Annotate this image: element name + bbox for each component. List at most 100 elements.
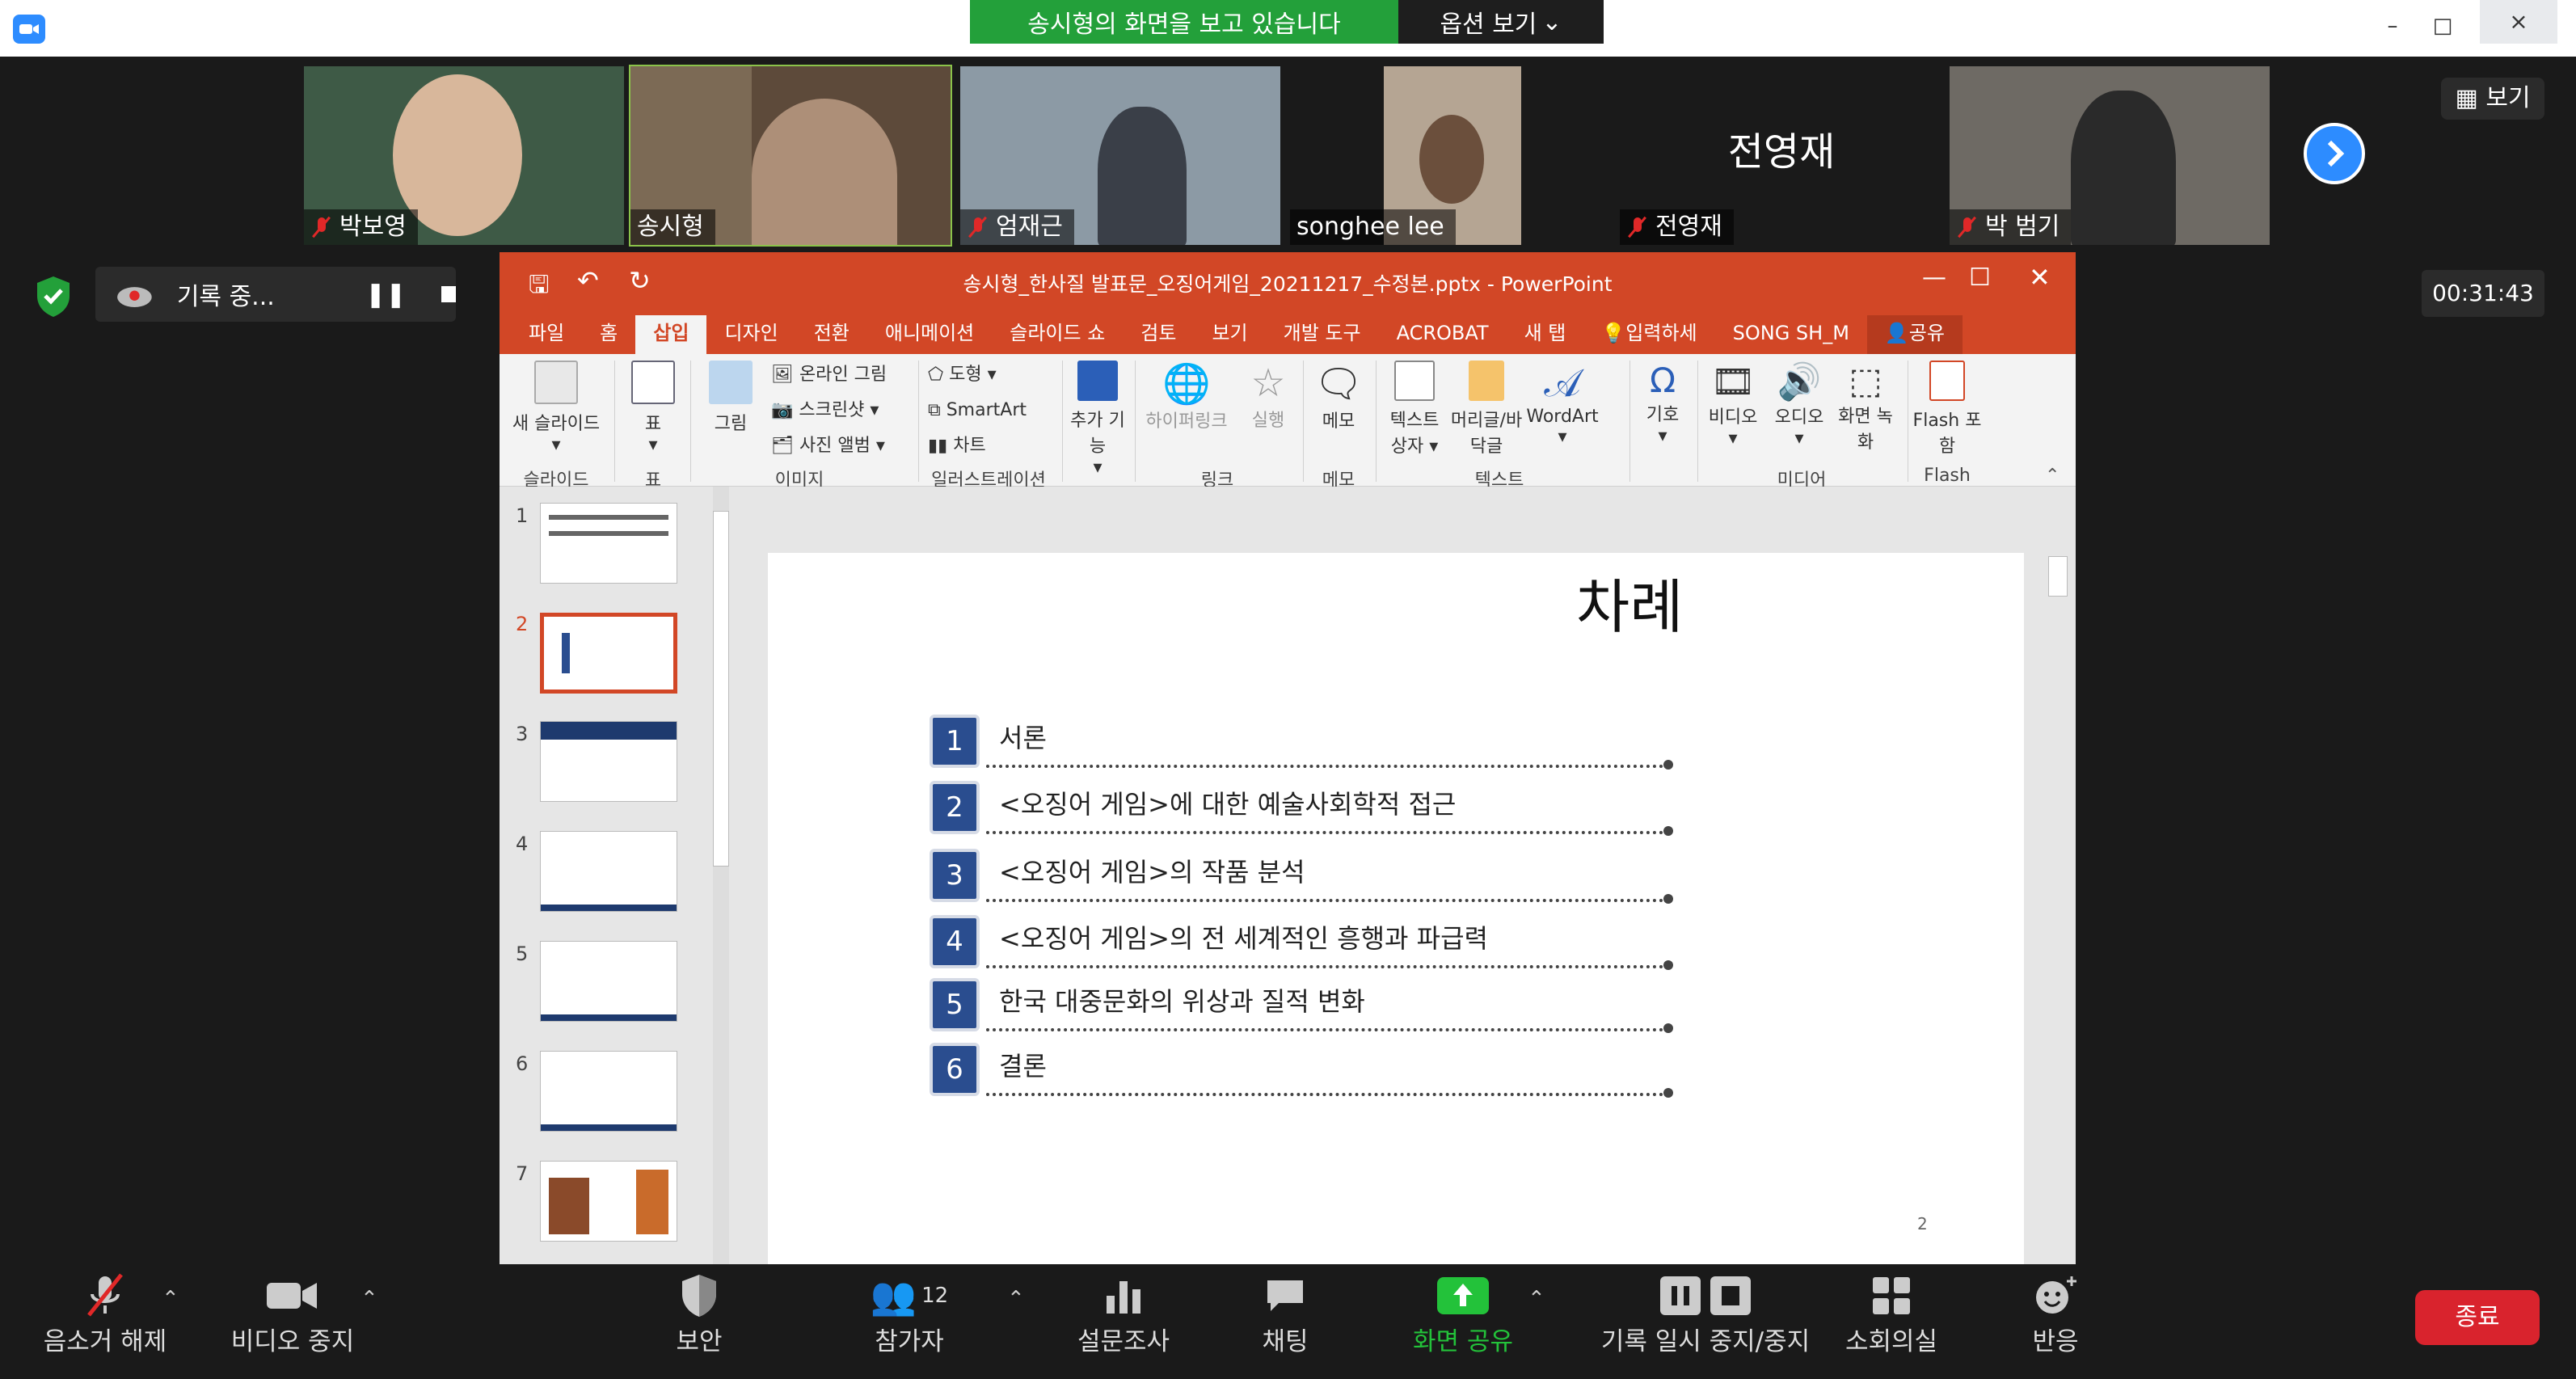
addins-button[interactable]: 추가 기능 ▾ [1067, 361, 1128, 478]
flash-icon [1929, 361, 1965, 401]
tab-insert[interactable]: 삽입 [635, 315, 707, 354]
video-button[interactable]: 🎞 비디오 ▾ [1701, 361, 1765, 449]
textbox-button[interactable]: 텍스트 상자 ▾ [1382, 361, 1447, 458]
table-button[interactable]: 표 ▾ [621, 361, 685, 455]
end-meeting-button[interactable]: 종료 [2415, 1290, 2540, 1345]
minimize-button[interactable]: – [2376, 10, 2409, 42]
emoji-add-icon [2036, 1276, 2076, 1314]
thumb-number: 6 [516, 1052, 529, 1075]
toc-text: 서론 [999, 723, 1047, 753]
participant-tile[interactable]: 전영재 전영재 [1618, 65, 1941, 247]
grid-icon: ▦ [2455, 84, 2478, 112]
screen-recording-button[interactable]: ⬚ 화면 녹화 [1833, 361, 1898, 453]
tab-home[interactable]: 홈 [582, 315, 635, 354]
smartart-label: SmartArt [946, 400, 1027, 420]
ppt-maximize-button[interactable]: ☐ [1969, 264, 1991, 292]
participant-tile-active-speaker[interactable]: 송시형 [629, 65, 952, 247]
tab-new[interactable]: 새 탭 [1507, 315, 1584, 354]
tab-slideshow[interactable]: 슬라이드 쇼 [992, 315, 1123, 354]
user-name: SONG SH_M [1732, 322, 1849, 344]
tab-review[interactable]: 검토 [1123, 315, 1194, 354]
view-options-label: 옵션 보기 [1440, 11, 1537, 39]
link-icon: 🌐 [1162, 361, 1211, 407]
mic-muted-icon [1956, 216, 1979, 238]
ppt-minimize-button[interactable]: — [1922, 264, 1946, 292]
tab-design[interactable]: 디자인 [706, 315, 795, 354]
participant-tile[interactable]: 엄재근 [959, 65, 1282, 247]
stop-recording-icon[interactable] [441, 286, 456, 302]
picture-button[interactable]: 그림 [698, 361, 763, 435]
tab-view[interactable]: 보기 [1194, 315, 1265, 354]
thumb-number: 2 [516, 613, 529, 635]
slide-canvas[interactable]: 차례 1 서론 2 <오징어 게임>에 대한 예술사회학적 접근 3 <오징어 … [768, 553, 2024, 1264]
participant-tile[interactable]: 박 범기 [1948, 65, 2271, 247]
toc-text: <오징어 게임>의 전 세계적인 흥행과 파급력 [999, 923, 1488, 954]
unmute-button[interactable]: 음소거 해제 [32, 1271, 178, 1357]
slide-thumbnail[interactable] [540, 721, 677, 802]
cloud-recording-icon [117, 287, 152, 307]
smartart-button[interactable]: ⧉ SmartArt [928, 393, 1027, 428]
view-options-button[interactable]: 옵션 보기 ⌄ [1398, 0, 1604, 44]
slide-thumbnail[interactable] [540, 1161, 677, 1242]
breakout-rooms-button[interactable]: 소회의실 [1835, 1271, 1948, 1357]
tab-transitions[interactable]: 전환 [796, 315, 867, 354]
audio-options-caret-icon[interactable]: ⌃ [162, 1287, 179, 1311]
meeting-timer: 00:31:43 [2422, 270, 2544, 317]
chat-bubble-icon [1267, 1280, 1303, 1311]
stop-video-button[interactable]: 비디오 중지 [220, 1271, 365, 1357]
share-button[interactable]: 👤공유 [1866, 315, 1963, 354]
tab-animations[interactable]: 애니메이션 [867, 315, 992, 354]
security-button[interactable]: 보안 [647, 1271, 752, 1357]
slide-thumbnail-selected[interactable] [540, 613, 677, 694]
slide-thumbnail[interactable] [540, 831, 677, 912]
group-separator [614, 361, 615, 482]
share-options-caret-icon[interactable]: ⌃ [1528, 1287, 1545, 1311]
new-slide-button[interactable]: 새 슬라이드 ▾ [508, 361, 605, 455]
header-footer-button[interactable]: 머리글/바닥글 [1450, 361, 1523, 458]
slide-scrollbar[interactable] [2048, 491, 2068, 1264]
view-mode-button[interactable]: ▦ 보기 [2441, 78, 2544, 120]
screenshot-button[interactable]: 📷 스크린샷 ▾ [771, 393, 887, 428]
tell-me-box[interactable]: 💡입력하세 [1583, 315, 1714, 354]
tab-developer[interactable]: 개발 도구 [1266, 315, 1379, 354]
hyperlink-button[interactable]: 🌐 하이퍼링크 [1138, 361, 1235, 432]
collapse-ribbon-icon[interactable]: ⌃ [2045, 466, 2060, 486]
slide-thumbnail[interactable] [540, 941, 677, 1022]
tab-acrobat[interactable]: ACROBAT [1379, 315, 1507, 354]
pause-recording-icon[interactable]: ❚❚ [365, 280, 406, 309]
chart-button[interactable]: ▮▮ 차트 [928, 428, 1027, 464]
comment-button[interactable]: 🗨 메모 [1308, 361, 1369, 432]
audio-button[interactable]: 🔊 오디오 ▾ [1767, 361, 1832, 449]
photo-album-label: 사진 앨범 [799, 436, 871, 456]
shapes-button[interactable]: ⬠ 도형 ▾ [928, 357, 1027, 393]
share-banner-text: 송시형의 화면을 보고 있습니다 [1027, 11, 1341, 39]
pause-stop-recording-button[interactable]: 기록 일시 중지/중지 [1576, 1271, 1835, 1357]
thumbnail-scrollbar[interactable] [713, 487, 729, 1264]
participants-options-caret-icon[interactable]: ⌃ [1007, 1287, 1025, 1311]
participant-tile[interactable]: 박보영 [302, 65, 626, 247]
tab-file[interactable]: 파일 [511, 315, 582, 354]
slide-thumbnail[interactable] [540, 1051, 677, 1132]
slide-thumbnail[interactable] [540, 503, 677, 584]
reactions-button[interactable]: 반응 [2011, 1271, 2100, 1357]
action-button[interactable]: ☆ 실행 [1240, 361, 1296, 432]
online-picture-button[interactable]: 🖼 온라인 그림 [771, 357, 887, 393]
polls-button[interactable]: 설문조사 [1067, 1271, 1180, 1357]
participants-button[interactable]: 👥 12 참가자 [857, 1271, 962, 1357]
video-options-caret-icon[interactable]: ⌃ [360, 1287, 378, 1311]
flash-button[interactable]: Flash 포함 [1911, 361, 1984, 458]
share-screen-button[interactable]: 화면 공유 [1398, 1271, 1528, 1357]
wordart-button[interactable]: 𝒜 WordArt ▾ [1526, 361, 1599, 447]
maximize-button[interactable]: □ [2426, 10, 2459, 42]
leader-end-dot [1663, 826, 1673, 836]
symbols-button[interactable]: Ω 기호 ▾ [1634, 361, 1691, 446]
close-button[interactable]: × [2480, 0, 2557, 44]
photo-album-button[interactable]: 🗂 사진 앨범 ▾ [771, 428, 887, 464]
next-page-button[interactable] [2304, 123, 2365, 184]
toc-number: 3 [930, 849, 980, 902]
participants-label: 참가자 [875, 1327, 944, 1356]
chat-button[interactable]: 채팅 [1237, 1271, 1334, 1357]
comment-label: 메모 [1322, 411, 1355, 432]
ppt-close-button[interactable]: ✕ [2029, 262, 2051, 293]
participant-tile[interactable]: songhee lee [1288, 65, 1612, 247]
